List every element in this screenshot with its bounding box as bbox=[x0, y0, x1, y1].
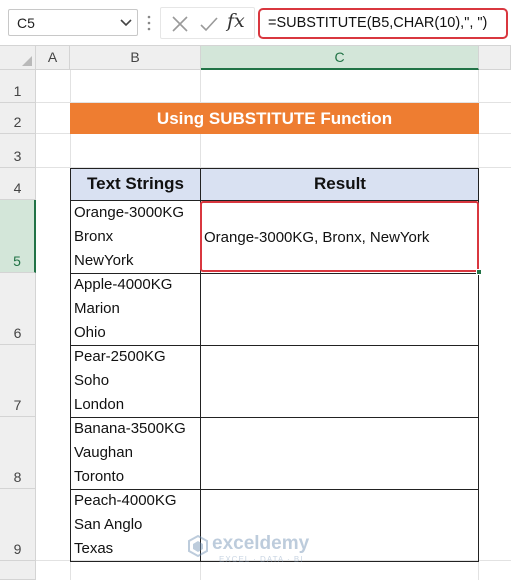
cell-line: Banana-3500KG bbox=[74, 420, 186, 437]
row-header-7[interactable]: 7 bbox=[0, 345, 36, 417]
table-border bbox=[70, 168, 71, 562]
row-header-2[interactable]: 2 bbox=[0, 103, 36, 134]
name-box-value: C5 bbox=[17, 15, 35, 31]
row-header-9[interactable]: 9 bbox=[0, 489, 36, 561]
enter-check-icon[interactable] bbox=[199, 15, 219, 33]
exceldemy-logo-icon bbox=[188, 535, 208, 557]
watermark-tagline: EXCEL · DATA · BI bbox=[219, 555, 304, 564]
cell-line: Vaughan bbox=[74, 444, 133, 461]
cell-line: Pear-2500KG bbox=[74, 348, 166, 365]
formula-text: =SUBSTITUTE(B5,CHAR(10),", ") bbox=[268, 15, 488, 31]
sheet-title[interactable]: Using SUBSTITUTE Function bbox=[70, 103, 479, 134]
header-result[interactable]: Result bbox=[201, 168, 479, 200]
cell-line: London bbox=[74, 396, 125, 413]
row-header-5[interactable]: 5 bbox=[0, 200, 36, 273]
cell-b5[interactable]: Orange-3000KG Bronx NewYork bbox=[74, 201, 184, 273]
cell-line: Toronto bbox=[74, 468, 125, 485]
chevron-down-icon[interactable] bbox=[119, 18, 133, 28]
row-header-6[interactable]: 6 bbox=[0, 273, 36, 345]
cancel-icon[interactable] bbox=[171, 15, 189, 33]
more-options-icon bbox=[147, 15, 151, 31]
row-header-1[interactable]: 1 bbox=[0, 70, 36, 103]
formula-input[interactable]: =SUBSTITUTE(B5,CHAR(10),", ") bbox=[258, 8, 508, 39]
cell-b8[interactable]: Banana-3500KG Vaughan Toronto bbox=[74, 417, 186, 489]
cell-line: Soho bbox=[74, 372, 110, 389]
cell-line: Bronx bbox=[74, 228, 114, 245]
cell-line: Orange-3000KG bbox=[74, 204, 185, 221]
insert-function-icon[interactable]: fx bbox=[227, 10, 245, 32]
table-border bbox=[70, 168, 479, 169]
selected-cell-highlight bbox=[200, 201, 479, 272]
column-header-b[interactable]: B bbox=[70, 46, 201, 70]
column-header-c[interactable]: C bbox=[201, 46, 479, 70]
cell-line: Apple-4000KG bbox=[74, 276, 173, 293]
watermark-name: exceldemy bbox=[212, 533, 310, 554]
row-header-8[interactable]: 8 bbox=[0, 417, 36, 489]
header-text-strings[interactable]: Text Strings bbox=[70, 168, 201, 200]
formula-bar: C5 fx =SUBSTITUTE(B5,CHAR(10),", ") bbox=[0, 0, 511, 46]
cell-line: Marion bbox=[74, 300, 120, 317]
cell-line: Texas bbox=[74, 540, 114, 557]
column-header-a[interactable]: A bbox=[36, 46, 70, 70]
name-box[interactable]: C5 bbox=[8, 9, 138, 36]
row-header-3[interactable]: 3 bbox=[0, 134, 36, 168]
cell-line: NewYork bbox=[74, 252, 134, 269]
formula-controls: fx bbox=[160, 7, 255, 39]
row-header-4[interactable]: 4 bbox=[0, 168, 36, 200]
watermark: exceldemy EXCEL · DATA · BI bbox=[188, 533, 338, 569]
fill-handle[interactable] bbox=[476, 269, 482, 275]
cell-line: Ohio bbox=[74, 324, 106, 341]
cell-line: San Anglo bbox=[74, 516, 143, 533]
column-header-d[interactable] bbox=[479, 46, 511, 70]
cell-line: Peach-4000KG bbox=[74, 492, 177, 509]
select-all-button[interactable] bbox=[0, 46, 36, 70]
cell-b7[interactable]: Pear-2500KG Soho London bbox=[74, 345, 166, 417]
row-header-10[interactable] bbox=[0, 561, 36, 580]
cell-b6[interactable]: Apple-4000KG Marion Ohio bbox=[74, 273, 172, 345]
cell-b9[interactable]: Peach-4000KG San Anglo Texas bbox=[74, 489, 177, 561]
